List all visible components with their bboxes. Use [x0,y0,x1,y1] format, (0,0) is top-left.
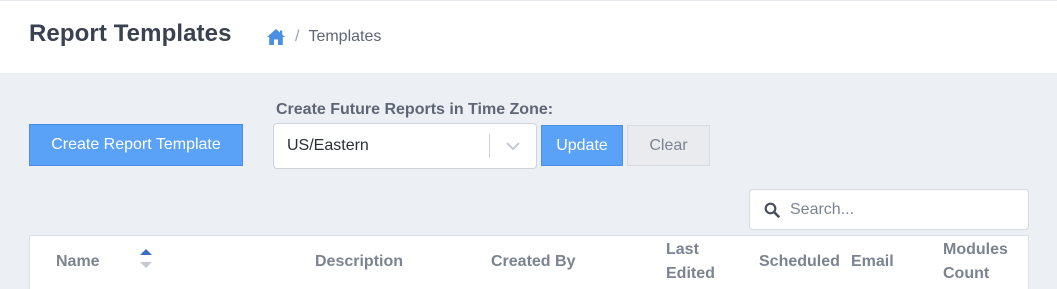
search-icon [750,202,790,218]
column-header-modules-count-line1[interactable]: Modules [943,238,1008,262]
sort-ascending-icon[interactable] [139,248,153,272]
column-header-last-edited-line2[interactable]: Edited [666,262,715,286]
column-header-modules-count-line2[interactable]: Count [943,262,989,286]
column-header-email[interactable]: Email [851,250,894,274]
timezone-value: US/Eastern [287,137,369,154]
update-button[interactable]: Update [541,125,623,166]
create-report-template-button[interactable]: Create Report Template [29,124,243,166]
chevron-down-icon[interactable] [490,123,536,169]
column-header-name[interactable]: Name [56,250,100,274]
timezone-select[interactable]: US/Eastern [273,123,537,169]
breadcrumb: / Templates [266,28,381,46]
table-header: Name Description Created By Last Edited … [29,235,1029,289]
column-header-description[interactable]: Description [315,250,403,274]
clear-button[interactable]: Clear [627,125,710,166]
page-header: Report Templates / Templates [0,0,1057,73]
page-title: Report Templates [29,20,232,47]
search-input[interactable] [790,200,1020,219]
column-header-scheduled[interactable]: Scheduled [759,250,840,274]
timezone-label: Create Future Reports in Time Zone: [276,101,554,118]
column-header-created-by[interactable]: Created By [491,250,575,274]
home-icon[interactable] [266,28,286,46]
search-box[interactable] [749,189,1029,230]
breadcrumb-separator: / [295,28,300,45]
column-header-last-edited-line1[interactable]: Last [666,238,699,262]
breadcrumb-current: Templates [308,28,382,45]
